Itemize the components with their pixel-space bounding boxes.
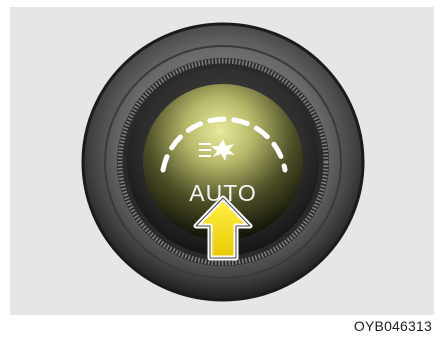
figure-code: OYB046313 [353, 318, 432, 334]
auto-light-knob: AUTO [81, 22, 365, 302]
